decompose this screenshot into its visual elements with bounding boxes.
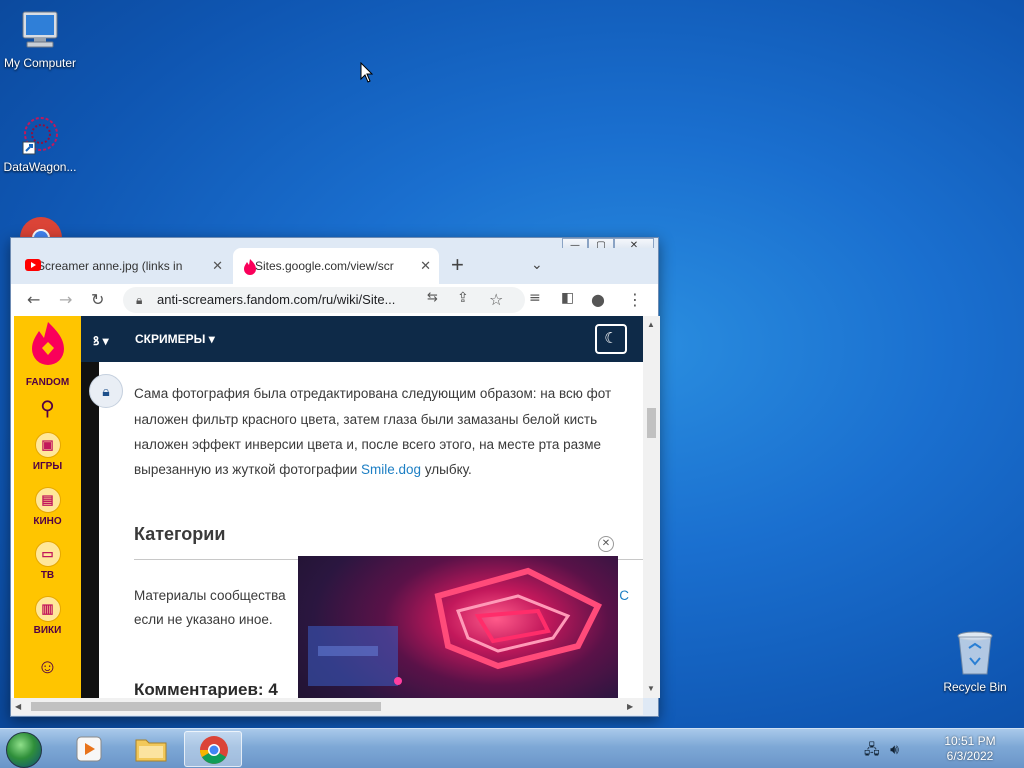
media-player-icon: [76, 736, 102, 762]
tab-title: Screamer anne.jpg (links in: [37, 259, 183, 273]
desktop-icon-label: My Computer: [3, 56, 77, 70]
wiki-logo-text: ꝸ: [93, 334, 100, 348]
lock-icon: 🔒︎: [136, 293, 143, 307]
rail-label: ИГРЫ: [32, 461, 63, 472]
volume-icon[interactable]: 🔊︎: [890, 742, 899, 758]
desktop-icon-label: DataWagon...: [3, 160, 77, 174]
folder-icon: [135, 739, 167, 762]
rail-label: ТВ: [40, 570, 55, 581]
forward-icon[interactable]: →: [59, 290, 72, 309]
page-content: FANDOM ⚲ ▣ ИГРЫ ▤ КИНО ▭ ТВ ▥ ВИКИ ☺ ꝸ ▾: [11, 316, 643, 698]
article-line-tail: улыбку.: [421, 462, 472, 477]
video-frame-neon-shape: [308, 567, 603, 686]
start-button-windows-icon[interactable]: [6, 732, 42, 768]
translate-icon[interactable]: ⇆: [427, 290, 438, 305]
profile-avatar-icon[interactable]: ●: [591, 290, 605, 309]
close-tab-icon[interactable]: ✕: [212, 258, 223, 274]
wiki-header: ꝸ ▾ СКРИМЕРЫ ▾ ☾: [81, 316, 643, 362]
rail-item-movies[interactable]: ▤ КИНО: [14, 487, 81, 527]
clock-time: 10:51 PM: [944, 734, 996, 748]
youtube-icon: [25, 259, 41, 271]
fandom-sidebar: FANDOM ⚲ ▣ ИГРЫ ▤ КИНО ▭ ТВ ▥ ВИКИ ☺: [14, 316, 81, 698]
address-text: anti-screamers.fandom.com/ru/wiki/Site..…: [157, 292, 396, 307]
computer-icon: [22, 11, 58, 48]
taskbar-clock[interactable]: 10:51 PM 6/3/2022: [930, 734, 1010, 764]
clock-date: 6/3/2022: [946, 749, 994, 763]
taskbar-file-explorer[interactable]: [122, 731, 180, 767]
book-icon: ▥: [34, 596, 61, 622]
taskbar-media-player[interactable]: [60, 731, 118, 767]
taskbar: 🖧︎ 🔊︎ 10:51 PM 6/3/2022: [0, 728, 1024, 768]
comments-heading: Комментариев: 4: [134, 680, 278, 698]
floating-video-player[interactable]: [298, 556, 618, 698]
scroll-left-arrow-icon[interactable]: ◀: [15, 702, 21, 711]
bookmark-star-icon[interactable]: ☆: [489, 290, 503, 309]
gamepad-icon: ▣: [34, 432, 61, 458]
tab-youtube[interactable]: Screamer anne.jpg (links in ✕: [15, 248, 231, 284]
horizontal-scroll-thumb[interactable]: [31, 702, 381, 711]
fandom-logo-icon[interactable]: [30, 322, 66, 366]
browser-toolbar: ← → ↻ 🔒︎ anti-screamers.fandom.com/ru/wi…: [11, 284, 658, 316]
rail-label: КИНО: [33, 516, 62, 527]
horizontal-scrollbar[interactable]: ◀ ▶: [11, 698, 643, 715]
clapperboard-icon: ▤: [34, 487, 61, 513]
rail-item-tv[interactable]: ▭ ТВ: [14, 541, 81, 581]
rail-item-games[interactable]: ▣ ИГРЫ: [14, 432, 81, 472]
desktop-icon-datawagon[interactable]: DataWagon...: [0, 112, 80, 174]
wiki-logo-dropdown[interactable]: ꝸ ▾: [93, 332, 109, 349]
scroll-down-arrow-icon[interactable]: ▼: [647, 684, 655, 693]
fandom-logo-text: FANDOM: [25, 377, 70, 388]
smile-dog-link[interactable]: Smile.dog: [361, 462, 421, 477]
tab-fandom[interactable]: Sites.google.com/view/scr ✕: [233, 248, 439, 284]
desktop-icon-recycle-bin[interactable]: Recycle Bin: [935, 628, 1015, 694]
search-icon[interactable]: ⚲: [14, 396, 81, 421]
side-panel-icon[interactable]: ◧: [561, 290, 574, 306]
chrome-icon: [200, 736, 228, 764]
new-tab-button[interactable]: +: [451, 252, 464, 278]
nav-screamers-dropdown[interactable]: СКРИМЕРЫ ▾: [135, 332, 215, 346]
nav-screamers-label: СКРИМЕРЫ: [135, 332, 206, 346]
tab-strip: Screamer anne.jpg (links in ✕ Sites.goog…: [11, 248, 658, 284]
tv-icon: ▭: [34, 541, 61, 567]
protected-page-lock-icon[interactable]: 🔒︎: [89, 374, 123, 408]
article-line: наложен фильтр красного цвета, затем гла…: [134, 412, 598, 427]
user-account-icon[interactable]: ☺: [14, 656, 81, 679]
categories-heading: Категории: [134, 524, 226, 544]
vertical-scrollbar[interactable]: ▲ ▼: [643, 316, 660, 698]
back-icon[interactable]: ←: [27, 290, 40, 309]
article-line-with-link: вырезанную из жуткой фотографии Smile.do…: [134, 462, 472, 477]
menu-icon[interactable]: ⋮: [627, 290, 643, 309]
dark-mode-toggle-moon-icon[interactable]: ☾: [595, 324, 627, 354]
browser-window: — ▢ ✕ Screamer anne.jpg (links in ✕ Site…: [10, 237, 660, 717]
article-line: Сама фотография была отредактирована сле…: [134, 386, 612, 401]
mouse-cursor-icon: [360, 62, 374, 83]
share-icon[interactable]: ⇪: [457, 290, 469, 306]
chrome-desktop-icon-partial: [20, 217, 62, 238]
article-line: наложен эффект инверсии цвета и, после в…: [134, 437, 601, 452]
license-text-line2: если не указано иное.: [134, 612, 273, 627]
vertical-scroll-thumb[interactable]: [647, 408, 656, 438]
reload-icon[interactable]: ↻: [91, 290, 104, 309]
recycle-bin-icon: [957, 631, 993, 675]
media-control-icon[interactable]: ≡: [529, 290, 541, 306]
network-icon[interactable]: 🖧︎: [864, 742, 880, 758]
desktop-icon-label: Recycle Bin: [943, 680, 1007, 694]
left-edge-strip: [81, 362, 99, 698]
scroll-up-arrow-icon[interactable]: ▲: [647, 320, 655, 329]
datawagon-icon: [22, 117, 58, 155]
license-text-start: Материалы сообщества: [134, 588, 286, 603]
taskbar-chrome[interactable]: [184, 731, 242, 767]
scroll-right-arrow-icon[interactable]: ▶: [627, 702, 633, 711]
fandom-icon: [244, 259, 256, 275]
rail-label: ВИКИ: [33, 625, 62, 636]
close-tab-icon[interactable]: ✕: [420, 258, 431, 274]
desktop-icon-my-computer[interactable]: My Computer: [0, 8, 80, 70]
tab-search-chevron-icon[interactable]: ⌄: [531, 256, 543, 273]
system-tray: 🖧︎ 🔊︎: [864, 739, 899, 763]
rail-item-wikis[interactable]: ▥ ВИКИ: [14, 596, 81, 636]
video-close-icon[interactable]: ✕: [598, 536, 614, 552]
tab-title: Sites.google.com/view/scr: [255, 259, 394, 273]
article-line: вырезанную из жуткой фотографии: [134, 462, 362, 477]
